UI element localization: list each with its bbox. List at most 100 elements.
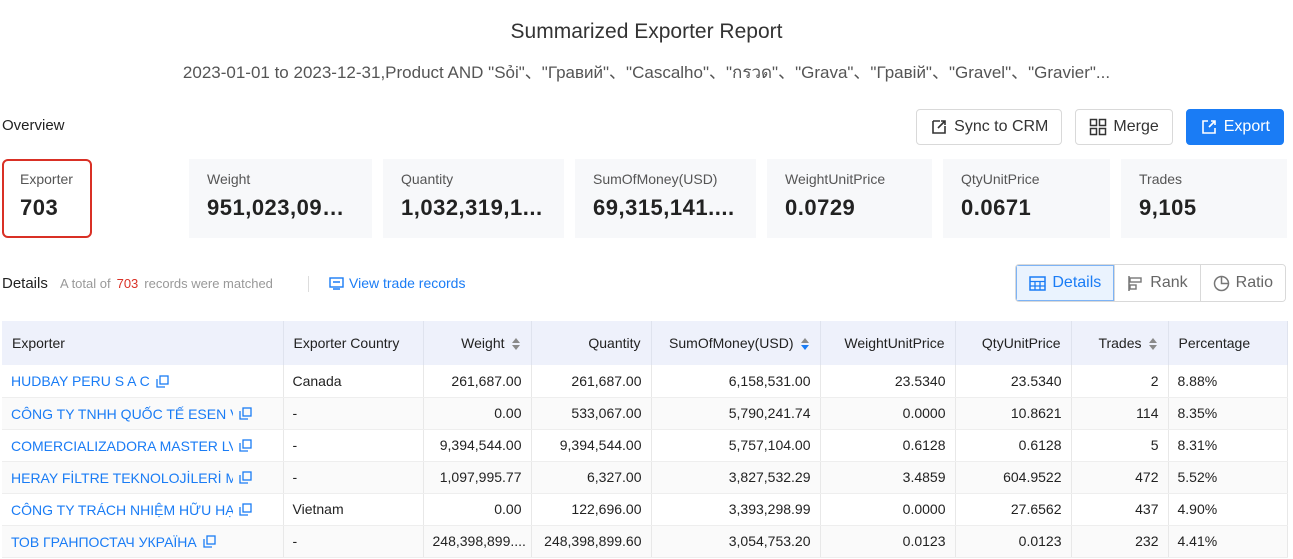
table-row[interactable]: HUDBAY PERU S A C Canada 261,687.00 261,687… <box>2 365 1288 398</box>
cell-sum-of-money: 3,393,298.99 <box>651 493 821 526</box>
cell-sum-of-money: 5,757,104.00 <box>651 429 821 462</box>
cell-percentage: 8.88% <box>1168 365 1288 398</box>
pie-chart-icon <box>1213 275 1229 291</box>
table-row[interactable]: HERAY FİLTRE TEKNOLOJİLERİ MÜH -1,097,995… <box>2 461 1288 494</box>
cell-weight: 9,394,544.00 <box>423 429 532 462</box>
overview-toolbar: Sync to CRM Merge Export <box>916 109 1284 145</box>
cell-sum-of-money: 3,054,753.20 <box>651 525 821 558</box>
cell-sum-of-money: 5,790,241.74 <box>651 397 821 430</box>
exporter-link[interactable]: CÔNG TY TNHH QUỐC TẾ ESEN VIỆT <box>11 406 233 422</box>
cell-weight-unit-price: 0.0000 <box>820 397 956 430</box>
exporter-link[interactable]: HUDBAY PERU S A C <box>11 373 150 389</box>
card-value: 703 <box>20 195 59 220</box>
cell-trades: 472 <box>1071 461 1169 494</box>
divider <box>308 276 309 292</box>
card-sum-of-money[interactable]: SumOfMoney(USD) 69,315,141.... <box>575 159 756 238</box>
copy-icon[interactable] <box>239 439 252 452</box>
view-tab-label: Details <box>1052 274 1102 291</box>
cell-qty-unit-price: 0.0123 <box>955 525 1072 558</box>
exporter-link[interactable]: HERAY FİLTRE TEKNOLOJİLERİ MÜH <box>11 470 233 486</box>
export-icon <box>1201 120 1216 134</box>
table-row[interactable]: ТОВ ГРАНПОСТАЧ УКРАЇНА -248,398,899.... 24… <box>2 525 1288 558</box>
cell-weight-unit-price: 0.0000 <box>820 493 956 526</box>
cell-weight: 0.00 <box>423 397 532 430</box>
cell-qty-unit-price: 0.6128 <box>955 429 1072 462</box>
exporter-link[interactable]: COMERCIALIZADORA MASTER LV S <box>11 438 233 454</box>
view-tab-rank[interactable]: Rank <box>1114 265 1200 301</box>
copy-icon[interactable] <box>239 503 252 516</box>
view-trade-records-link[interactable]: View trade records <box>329 275 465 291</box>
col-header-quantity[interactable]: Quantity <box>531 321 652 365</box>
sync-to-crm-button[interactable]: Sync to CRM <box>916 109 1063 145</box>
col-header-percentage[interactable]: Percentage <box>1168 321 1288 365</box>
copy-icon[interactable] <box>156 375 169 388</box>
cell-country: - <box>283 429 424 462</box>
col-header-exporter[interactable]: Exporter <box>2 321 284 365</box>
cell-weight-unit-price: 0.0123 <box>820 525 956 558</box>
copy-icon[interactable] <box>203 535 216 548</box>
card-weight-unit-price[interactable]: WeightUnitPrice 0.0729 <box>767 159 932 238</box>
rank-bar-icon <box>1128 275 1142 291</box>
cell-weight: 1,097,995.77 <box>423 461 532 494</box>
cell-exporter: COMERCIALIZADORA MASTER LV S <box>2 429 284 462</box>
cell-qty-unit-price: 10.8621 <box>955 397 1072 430</box>
details-label: Details <box>2 275 48 292</box>
col-header-qty-unit-price[interactable]: QtyUnitPrice <box>955 321 1072 365</box>
card-weight[interactable]: Weight 951,023,093... <box>189 159 372 238</box>
view-tab-ratio[interactable]: Ratio <box>1199 265 1285 301</box>
card-value: 0.0729 <box>785 195 856 220</box>
count-suffix: records were matched <box>144 276 273 291</box>
cell-exporter: HUDBAY PERU S A C <box>2 365 284 398</box>
table-body: HUDBAY PERU S A C Canada 261,687.00 261,687… <box>2 365 1288 558</box>
cell-weight: 261,687.00 <box>423 365 532 398</box>
copy-icon[interactable] <box>239 407 252 420</box>
col-header-weight-unit-price[interactable]: WeightUnitPrice <box>820 321 956 365</box>
cell-trades: 114 <box>1071 397 1169 430</box>
cell-qty-unit-price: 604.9522 <box>955 461 1072 494</box>
copy-icon[interactable] <box>239 471 252 484</box>
overview-cards: Exporter 703 Weight 951,023,093... Quant… <box>2 159 1287 238</box>
exporter-link[interactable]: CÔNG TY TRÁCH NHIỆM HỮU HẠN C <box>11 502 233 518</box>
sort-icon[interactable] <box>511 337 521 351</box>
card-trades[interactable]: Trades 9,105 <box>1121 159 1287 238</box>
card-value: 69,315,141.... <box>593 195 735 220</box>
merge-button[interactable]: Merge <box>1075 109 1173 145</box>
card-quantity[interactable]: Quantity 1,032,319,1... <box>383 159 564 238</box>
exporter-table: Exporter Exporter Country Weight Quantit… <box>2 321 1288 558</box>
sort-icon-active[interactable] <box>800 337 810 351</box>
table-row[interactable]: CÔNG TY TRÁCH NHIỆM HỮU HẠN CVietnam0.00… <box>2 493 1288 526</box>
card-qty-unit-price[interactable]: QtyUnitPrice 0.0671 <box>943 159 1110 238</box>
col-header-exporter-country[interactable]: Exporter Country <box>283 321 424 365</box>
view-switcher: Details Rank Ratio <box>1015 264 1286 302</box>
sort-icon[interactable] <box>1148 337 1158 351</box>
cell-percentage: 8.35% <box>1168 397 1288 430</box>
card-exporter[interactable]: Exporter 703 <box>2 159 92 238</box>
cell-exporter: CÔNG TY TRÁCH NHIỆM HỮU HẠN C <box>2 493 284 526</box>
card-value: 9,105 <box>1139 195 1197 220</box>
merge-label: Merge <box>1113 118 1159 135</box>
cell-weight-unit-price: 23.5340 <box>820 365 956 398</box>
cell-percentage: 4.41% <box>1168 525 1288 558</box>
view-tab-details[interactable]: Details <box>1016 265 1115 301</box>
cell-sum-of-money: 3,827,532.29 <box>651 461 821 494</box>
table-row[interactable]: CÔNG TY TNHH QUỐC TẾ ESEN VIỆT -0.00533,0… <box>2 397 1288 430</box>
view-tab-label: Rank <box>1150 274 1188 291</box>
card-label: Weight <box>207 171 251 187</box>
report-title: Summarized Exporter Report <box>510 20 783 43</box>
exporter-link[interactable]: ТОВ ГРАНПОСТАЧ УКРАЇНА <box>11 534 197 550</box>
cell-qty-unit-price: 27.6562 <box>955 493 1072 526</box>
table-row[interactable]: COMERCIALIZADORA MASTER LV S -9,394,544.0… <box>2 429 1288 462</box>
export-button[interactable]: Export <box>1185 109 1284 145</box>
cell-country: - <box>283 397 424 430</box>
card-label: WeightUnitPrice <box>785 171 886 187</box>
col-header-weight[interactable]: Weight <box>423 321 532 365</box>
export-label: Export <box>1223 118 1270 135</box>
cell-trades: 2 <box>1071 365 1169 398</box>
col-header-trades[interactable]: Trades <box>1071 321 1169 365</box>
col-header-sum-of-money[interactable]: SumOfMoney(USD) <box>651 321 821 365</box>
cell-weight: 0.00 <box>423 493 532 526</box>
cell-country: Canada <box>283 365 424 398</box>
cell-qty-unit-price: 23.5340 <box>955 365 1072 398</box>
cell-weight-unit-price: 0.6128 <box>820 429 956 462</box>
cell-country: Vietnam <box>283 493 424 526</box>
